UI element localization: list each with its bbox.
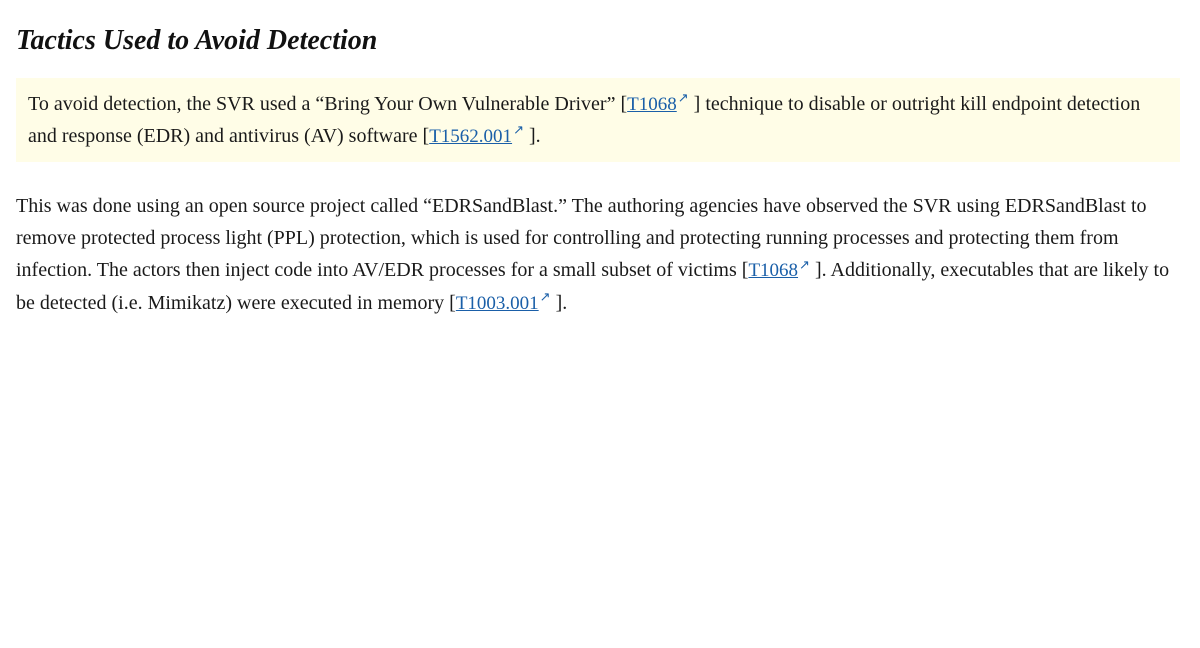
external-link-icon-p2-l1: ↗ <box>799 257 810 272</box>
paragraph-1-text-after-link2: ]. <box>524 125 541 147</box>
external-link-icon-p1-l2: ↗ <box>513 122 524 137</box>
link-t1562-001[interactable]: T1562.001 <box>429 126 512 147</box>
link-t1003-001[interactable]: T1003.001 <box>456 293 539 314</box>
link-t1068-p2[interactable]: T1068 <box>748 260 798 281</box>
link-t1068-p1[interactable]: T1068 <box>627 94 677 115</box>
paragraph-1-highlighted: To avoid detection, the SVR used a “Brin… <box>16 78 1180 163</box>
paragraph-2-text-after-link2: ]. <box>551 292 568 314</box>
page-title: Tactics Used to Avoid Detection <box>16 24 1180 58</box>
external-link-icon-p2-l2: ↗ <box>540 289 551 304</box>
external-link-icon-p1-l1: ↗ <box>678 90 689 105</box>
paragraph-2: This was done using an open source proje… <box>16 180 1180 329</box>
paragraph-1-text-before-link1: To avoid detection, the SVR used a “Brin… <box>28 93 627 115</box>
